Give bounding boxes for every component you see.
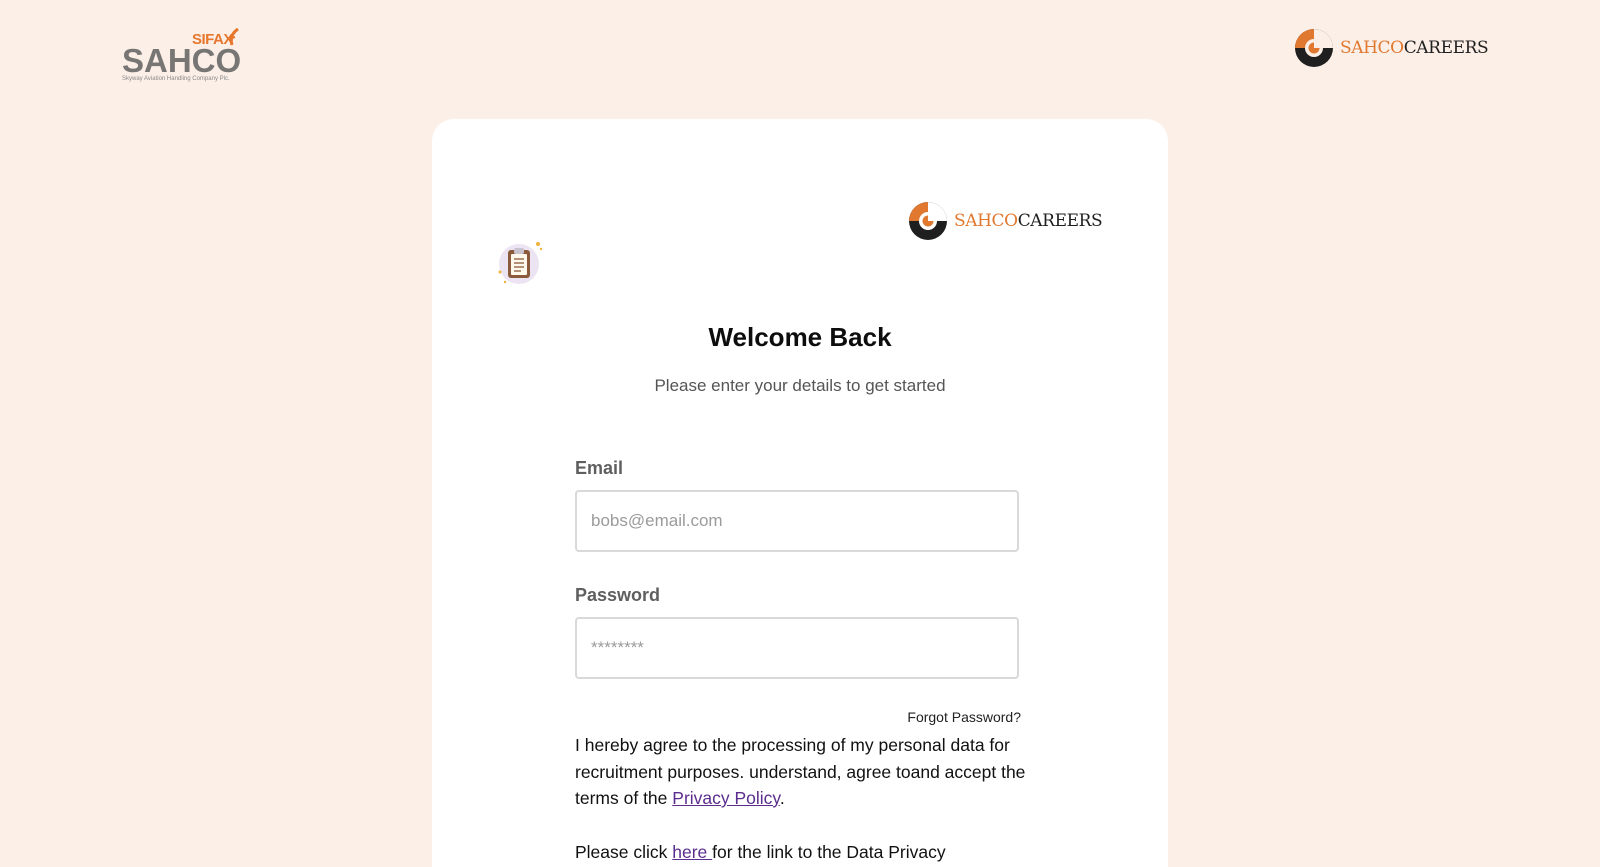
careers-logo-header[interactable]: SAHCOCAREERS [1294, 28, 1489, 68]
careers-logo-text: SAHCOCAREERS [1340, 38, 1489, 58]
careers-logo-icon [1295, 29, 1333, 67]
data-privacy-here-link[interactable]: here [672, 842, 712, 862]
consent-text: I hereby agree to the processing of my p… [575, 732, 1045, 812]
careers-logo-icon [909, 202, 947, 240]
password-field[interactable] [575, 617, 1019, 679]
forgot-password-link[interactable]: Forgot Password? [880, 709, 1021, 725]
careers-logo-card: SAHCOCAREERS [908, 201, 1103, 241]
data-privacy-before: Please click [575, 842, 673, 862]
sahco-text: SAHCO [122, 42, 242, 79]
page-title: Welcome Back [708, 322, 892, 352]
password-label: Password [575, 585, 661, 605]
privacy-policy-link[interactable]: Privacy Policy [672, 788, 780, 808]
sahco-tagline: Skyway Aviation Handling Company Plc. [122, 76, 230, 82]
careers-logo-text: SAHCOCAREERS [954, 211, 1103, 231]
login-page: SIFAX SAHCO Skyway Aviation Handling Com… [0, 0, 1600, 867]
data-privacy-text: Please click here for the link to the Da… [575, 839, 1045, 865]
consent-text-before: I hereby agree to the processing of my p… [575, 735, 1026, 808]
data-privacy-after: for the link to the Data Privacy [712, 842, 946, 862]
page-subtitle: Please enter your details to get started [654, 376, 946, 395]
email-label: Email [575, 458, 624, 478]
clipboard-icon [498, 242, 543, 284]
sahco-logo[interactable]: SIFAX SAHCO Skyway Aviation Handling Com… [122, 28, 244, 88]
consent-text-after: . [779, 788, 785, 808]
email-field[interactable] [575, 490, 1019, 552]
